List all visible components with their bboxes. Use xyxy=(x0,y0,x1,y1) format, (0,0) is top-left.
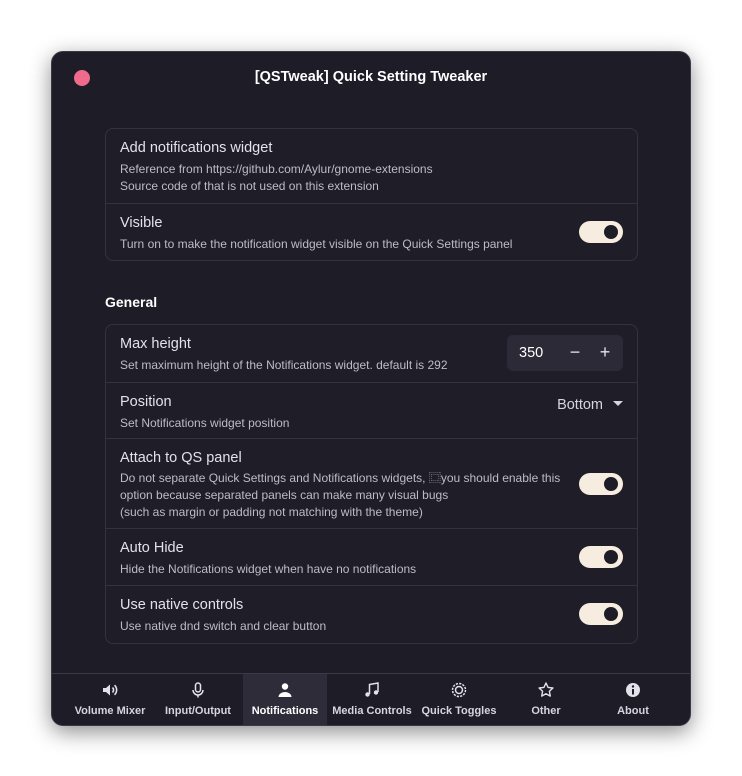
visible-toggle[interactable] xyxy=(579,221,623,243)
position-dropdown-value: Bottom xyxy=(557,397,603,413)
tab-label: Volume Mixer xyxy=(74,705,146,717)
toggle-knob xyxy=(604,607,618,621)
person-icon xyxy=(243,681,327,699)
tab-label: About xyxy=(617,705,649,717)
tab-input-output[interactable]: Input/Output xyxy=(156,674,240,725)
tab-label: Other xyxy=(531,705,561,717)
max-height-row: Max height Set maximum height of the Not… xyxy=(106,325,637,382)
position-description: Set Notifications widget position xyxy=(120,416,290,430)
position-dropdown[interactable]: Bottom xyxy=(557,397,623,417)
decrement-button[interactable]: − xyxy=(565,342,585,362)
toggle-knob xyxy=(604,225,618,239)
native-controls-description: Use native dnd switch and clear button xyxy=(120,619,327,633)
tab-about[interactable]: About xyxy=(591,674,675,725)
tab-label: Notifications xyxy=(251,705,319,717)
attach-qs-row: Attach to QS panel Do not separate Quick… xyxy=(106,438,637,529)
add-widget-source-note: Source code of that is not used on this … xyxy=(120,179,379,193)
auto-hide-row: Auto Hide Hide the Notifications widget … xyxy=(106,528,637,586)
window-title: [QSTweak] Quick Setting Tweaker xyxy=(254,69,488,85)
tab-media-controls[interactable]: Media Controls xyxy=(330,674,414,725)
add-widget-title: Add notifications widget xyxy=(120,140,273,156)
add-widget-reference: Reference from https://github.com/Aylur/… xyxy=(120,162,433,176)
tab-volume-mixer[interactable]: Volume Mixer xyxy=(66,674,154,725)
bottom-tab-bar: Volume Mixer Input/Output Notifications … xyxy=(52,673,690,725)
info-icon xyxy=(591,681,675,699)
app-window: [QSTweak] Quick Setting Tweaker Add noti… xyxy=(51,51,691,726)
add-widget-row: Add notifications widget Reference from … xyxy=(106,129,637,203)
tab-label: Input/Output xyxy=(165,705,231,717)
native-controls-title: Use native controls xyxy=(120,597,244,613)
tab-notifications[interactable]: Notifications xyxy=(243,674,327,725)
attach-description-line2: option because separated panels can make… xyxy=(120,488,449,502)
tab-quick-toggles[interactable]: Quick Toggles xyxy=(417,674,501,725)
max-height-spinbutton[interactable]: 350 − + xyxy=(507,335,623,371)
native-controls-row: Use native controls Use native dnd switc… xyxy=(106,585,637,643)
caret-down-icon xyxy=(613,400,623,406)
position-row: Position Set Notifications widget positi… xyxy=(106,382,637,439)
speaker-icon xyxy=(66,681,154,699)
general-card: Max height Set maximum height of the Not… xyxy=(105,324,638,644)
attach-description-line1: Do not separate Quick Settings and Notif… xyxy=(120,471,561,485)
toggles-icon xyxy=(417,681,501,699)
auto-hide-title: Auto Hide xyxy=(120,540,184,556)
max-height-title: Max height xyxy=(120,336,191,352)
increment-button[interactable]: + xyxy=(595,342,615,362)
music-note-icon xyxy=(330,681,414,699)
titlebar: [QSTweak] Quick Setting Tweaker xyxy=(52,52,690,104)
tab-other[interactable]: Other xyxy=(504,674,588,725)
position-title: Position xyxy=(120,394,172,410)
native-controls-toggle[interactable] xyxy=(579,603,623,625)
toggle-knob xyxy=(604,550,618,564)
auto-hide-toggle[interactable] xyxy=(579,546,623,568)
tab-label: Media Controls xyxy=(332,705,412,717)
attach-toggle[interactable] xyxy=(579,473,623,495)
star-icon xyxy=(504,681,588,699)
microphone-icon xyxy=(156,681,240,699)
visible-description: Turn on to make the notification widget … xyxy=(120,237,513,251)
toggle-knob xyxy=(604,477,618,491)
max-height-value[interactable]: 350 xyxy=(519,345,543,361)
tab-label: Quick Toggles xyxy=(421,705,497,717)
general-heading: General xyxy=(105,294,158,310)
visible-title: Visible xyxy=(120,215,163,231)
auto-hide-description: Hide the Notifications widget when have … xyxy=(120,562,417,576)
max-height-description: Set maximum height of the Notifications … xyxy=(120,358,448,372)
attach-title: Attach to QS panel xyxy=(120,450,242,466)
visible-row: Visible Turn on to make the notification… xyxy=(106,203,637,261)
notifications-widget-card: Add notifications widget Reference from … xyxy=(105,128,638,261)
attach-description-line3: (such as margin or padding not matching … xyxy=(120,505,423,519)
